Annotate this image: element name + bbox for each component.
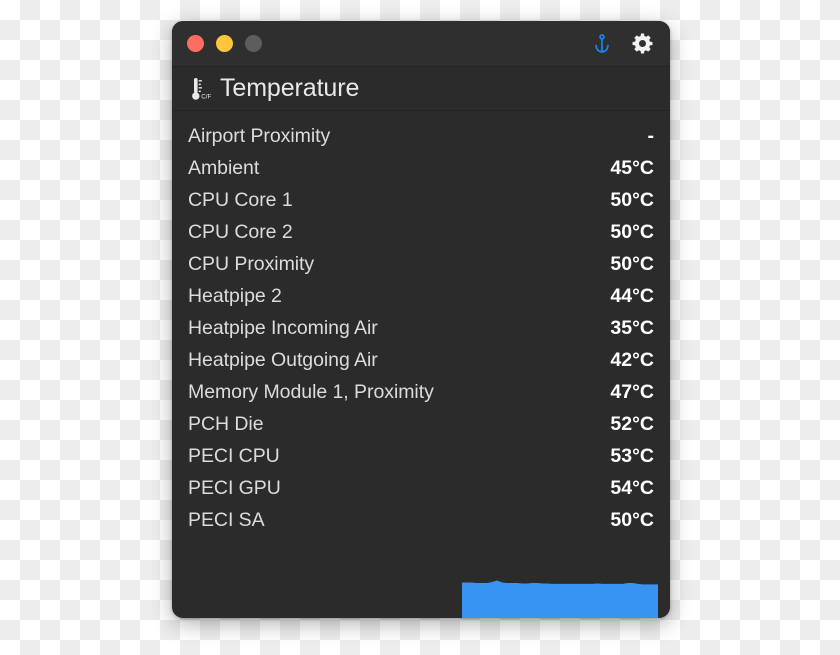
sensor-label: PECI CPU (188, 445, 280, 468)
sensor-label: PECI GPU (188, 477, 281, 500)
table-row[interactable]: Heatpipe Outgoing Air 42°C (188, 345, 654, 377)
sensor-value: 44°C (610, 285, 654, 308)
sensor-label: Heatpipe 2 (188, 285, 282, 308)
traffic-light-group (187, 35, 262, 52)
table-row[interactable]: CPU Core 2 50°C (188, 217, 654, 249)
table-row[interactable]: Ambient 45°C (188, 153, 654, 185)
sensor-label: PECI SA (188, 509, 265, 532)
table-row[interactable]: CPU Proximity 50°C (188, 249, 654, 281)
anchor-icon[interactable] (590, 32, 614, 56)
sensor-label: PCH Die (188, 413, 264, 436)
section-title: Temperature (220, 74, 360, 102)
screenshot-stage: C/F Temperature Airport Proximity - Ambi… (0, 0, 840, 655)
sensor-value: 35°C (610, 317, 654, 340)
sensor-label: Heatpipe Outgoing Air (188, 349, 378, 372)
zoom-button[interactable] (245, 35, 262, 52)
close-button[interactable] (187, 35, 204, 52)
table-row[interactable]: Heatpipe 2 44°C (188, 281, 654, 313)
sensor-label: CPU Core 1 (188, 189, 293, 212)
sensor-value: 50°C (610, 509, 654, 532)
sensor-value: - (647, 125, 655, 148)
sensor-label: Ambient (188, 157, 260, 180)
table-row[interactable]: PECI SA 50°C (188, 505, 654, 537)
sparkline-area (462, 580, 658, 618)
sensor-value: 50°C (610, 221, 654, 244)
minimize-button[interactable] (216, 35, 233, 52)
sensor-value: 50°C (610, 253, 654, 276)
sensor-list: Airport Proximity - Ambient 45°C CPU Cor… (172, 111, 670, 618)
window-titlebar (172, 21, 670, 67)
table-row[interactable]: Airport Proximity - (188, 121, 654, 153)
thermometer-unit-label: C/F (201, 93, 211, 100)
section-header-temperature: C/F Temperature (172, 67, 670, 111)
temperature-monitor-window: C/F Temperature Airport Proximity - Ambi… (172, 21, 670, 618)
sensor-value: 42°C (610, 349, 654, 372)
gear-icon[interactable] (630, 32, 654, 56)
sensor-value: 53°C (610, 445, 654, 468)
sensor-label: Airport Proximity (188, 125, 331, 148)
titlebar-actions (590, 32, 654, 56)
sensor-label: Heatpipe Incoming Air (188, 317, 378, 340)
table-row[interactable]: CPU Core 1 50°C (188, 185, 654, 217)
table-row[interactable]: PECI GPU 54°C (188, 473, 654, 505)
sensor-value: 50°C (610, 189, 654, 212)
table-row[interactable]: Memory Module 1, Proximity 47°C (188, 377, 654, 409)
sensor-value: 54°C (610, 477, 654, 500)
temperature-history-sparkline (462, 570, 658, 618)
sensor-value: 45°C (610, 157, 654, 180)
table-row[interactable]: Heatpipe Incoming Air 35°C (188, 313, 654, 345)
table-row[interactable]: PCH Die 52°C (188, 409, 654, 441)
table-row[interactable]: PECI CPU 53°C (188, 441, 654, 473)
sensor-label: CPU Core 2 (188, 221, 293, 244)
thermometer-celsius-fahrenheit-icon: C/F (189, 76, 211, 102)
sensor-value: 47°C (610, 381, 654, 404)
sensor-value: 52°C (610, 413, 654, 436)
sensor-label: CPU Proximity (188, 253, 315, 276)
sensor-label: Memory Module 1, Proximity (188, 381, 434, 404)
